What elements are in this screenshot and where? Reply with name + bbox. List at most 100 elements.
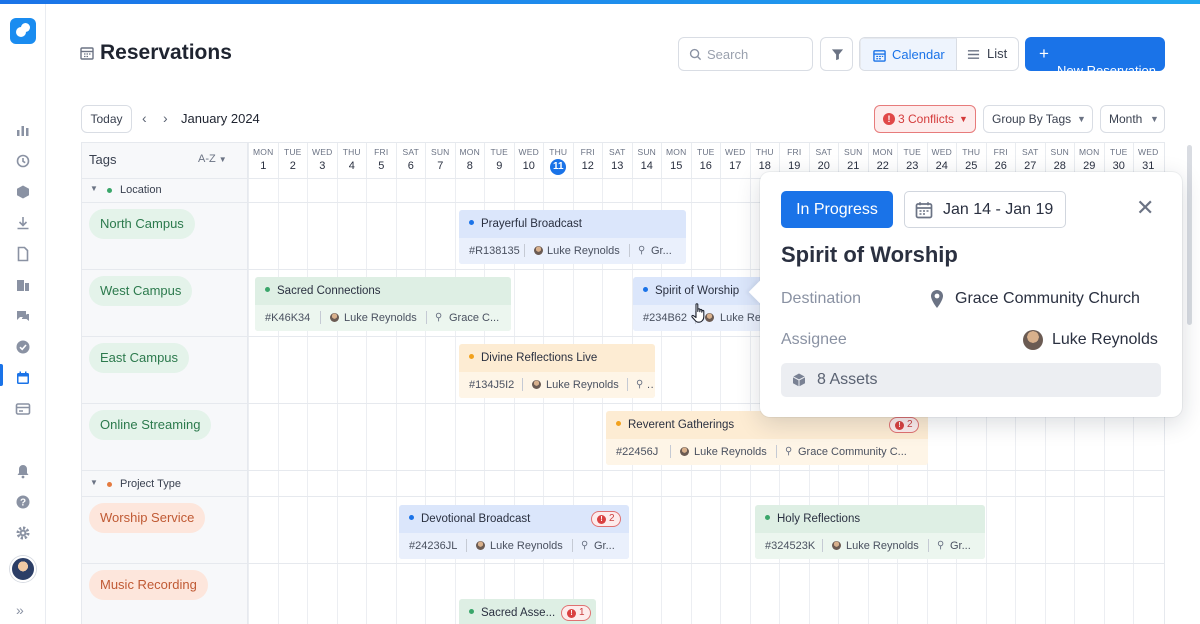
day-number: 27 xyxy=(1016,159,1045,173)
day-of-week: FRI xyxy=(374,147,389,157)
date-range-label: Jan 14 - Jan 19 xyxy=(943,201,1054,218)
day-header: TUE 2 xyxy=(277,143,308,178)
destination-label: Destination xyxy=(781,290,862,307)
reservation-card-holy-reflections[interactable]: Holy Reflections #324523K Luke Reynolds … xyxy=(755,505,985,559)
tag-north-campus[interactable]: North Campus xyxy=(89,209,195,239)
reservation-code: #K46K34 xyxy=(265,312,311,324)
expand-sidebar-icon[interactable]: » xyxy=(16,602,24,618)
location-pin-icon: ⚲ xyxy=(785,446,793,457)
tag-west-campus[interactable]: West Campus xyxy=(89,276,193,306)
date-range-chip[interactable]: Jan 14 - Jan 19 xyxy=(904,191,1066,228)
day-of-week: WED xyxy=(931,147,952,157)
grid-column-line xyxy=(248,178,249,624)
box-icon[interactable] xyxy=(15,184,31,200)
reservation-card-prayerful-broadcast[interactable]: Prayerful Broadcast #R138135 Luke Reynol… xyxy=(459,210,686,264)
reservation-card-divine-reflections-live[interactable]: Divine Reflections Live #134J5I2 Luke Re… xyxy=(459,344,655,398)
reservation-location: Grace Community C... xyxy=(798,446,907,458)
reservation-code: #134J5I2 xyxy=(469,379,515,391)
day-header: TUE 9 xyxy=(484,143,514,178)
conflict-badge[interactable]: ! 1 xyxy=(561,605,591,621)
view-toggle: Calendar List xyxy=(859,37,1019,71)
range-dropdown[interactable]: Month ▼ xyxy=(1100,105,1165,133)
day-header: MON 15 xyxy=(661,143,691,178)
card-icon[interactable] xyxy=(15,401,31,417)
location-pin-icon: ⚲ xyxy=(435,312,443,323)
day-of-week: SAT xyxy=(1021,147,1039,157)
group-by-dropdown[interactable]: Group By Tags ▼ xyxy=(983,105,1093,133)
day-number-text: 16 xyxy=(699,160,712,172)
prev-month-chevron-icon[interactable]: ‹ xyxy=(142,110,147,126)
top-accent-bar xyxy=(0,0,1200,4)
reservation-card-devotional-broadcast[interactable]: Devotional Broadcast ! 2 #24236JL Luke Re… xyxy=(399,505,629,559)
history-icon[interactable] xyxy=(15,153,31,169)
day-header: MON 8 xyxy=(454,143,485,178)
help-icon[interactable]: ? xyxy=(15,494,31,510)
group-row-location[interactable]: ▼ Location xyxy=(82,178,248,202)
settings-gear-icon[interactable] xyxy=(15,525,31,541)
search-box[interactable] xyxy=(678,37,813,71)
alert-icon: ! xyxy=(883,113,895,125)
conflict-count: 2 xyxy=(907,419,913,430)
conflict-badge[interactable]: ! 2 xyxy=(889,417,919,433)
day-number-text: 3 xyxy=(319,160,326,172)
status-badge[interactable]: In Progress xyxy=(781,191,893,228)
today-button[interactable]: Today xyxy=(81,105,132,133)
range-label: Month xyxy=(1109,112,1143,126)
day-of-week: TUE xyxy=(283,147,302,157)
day-number-text: 4 xyxy=(348,160,355,172)
tag-music-recording[interactable]: Music Recording xyxy=(89,570,208,600)
reservation-card-reverent-gatherings[interactable]: Reverent Gatherings ! 2 #22456J Luke Reyn… xyxy=(606,411,928,465)
assets-summary[interactable]: 8 Assets xyxy=(781,363,1161,397)
grid-column-line xyxy=(690,178,692,624)
analytics-icon[interactable] xyxy=(15,122,31,138)
status-dot xyxy=(409,515,414,520)
grid-column-line xyxy=(277,178,279,624)
building-icon[interactable] xyxy=(15,277,31,293)
reservation-card-sacred-assets[interactable]: Sacred Asse... ! 1 xyxy=(459,599,596,624)
new-reservation-button[interactable]: + New Reservation xyxy=(1025,37,1165,78)
grid-column-line xyxy=(307,178,308,624)
list-view-button[interactable]: List xyxy=(957,38,1018,70)
group-row-project-type[interactable]: ▼ Project Type xyxy=(82,472,248,496)
document-icon[interactable] xyxy=(15,246,31,262)
day-number-text: 21 xyxy=(847,160,860,172)
day-header: SUN 14 xyxy=(631,143,662,178)
app-logo[interactable] xyxy=(10,18,36,44)
download-icon[interactable] xyxy=(15,215,31,231)
day-number: 2 xyxy=(279,159,308,173)
sort-dropdown[interactable]: A-Z ▼ xyxy=(198,153,227,165)
grid-column-line xyxy=(366,178,367,624)
tag-online-streaming[interactable]: Online Streaming xyxy=(89,410,212,440)
bell-icon[interactable] xyxy=(15,463,31,479)
check-circle-icon[interactable] xyxy=(15,339,31,355)
reservation-location: ... xyxy=(647,379,655,391)
day-header: WED 3 xyxy=(307,143,337,178)
tag-worship-service[interactable]: Worship Service xyxy=(89,503,206,533)
user-avatar[interactable] xyxy=(10,556,36,582)
day-number: 5 xyxy=(367,159,396,173)
filter-button[interactable] xyxy=(820,37,853,71)
conflict-badge[interactable]: ! 2 xyxy=(591,511,621,527)
day-number: 25 xyxy=(957,159,986,173)
avatar xyxy=(680,447,689,456)
close-icon[interactable]: ✕ xyxy=(1136,197,1154,219)
day-header: WED 10 xyxy=(513,143,544,178)
conflicts-dropdown[interactable]: ! 3 Conflicts ▼ xyxy=(874,105,976,133)
tag-east-campus[interactable]: East Campus xyxy=(89,343,190,373)
calendar-view-button[interactable]: Calendar xyxy=(860,38,957,70)
search-input[interactable] xyxy=(707,45,807,63)
reservation-code: #24236JL xyxy=(409,540,458,552)
day-number-text: 18 xyxy=(758,160,771,172)
location-pin-icon: ⚲ xyxy=(638,245,646,256)
day-of-week: WED xyxy=(725,147,746,157)
next-month-chevron-icon[interactable]: › xyxy=(163,110,168,126)
svg-text:?: ? xyxy=(20,498,26,509)
day-of-week: TUE xyxy=(903,147,922,157)
hand-cursor-icon xyxy=(691,303,705,323)
calendar-icon[interactable] xyxy=(15,370,31,386)
vertical-scrollbar[interactable] xyxy=(1187,145,1192,325)
chat-icon[interactable] xyxy=(15,308,31,324)
reservation-card-sacred-connections[interactable]: Sacred Connections #K46K34 Luke Reynolds… xyxy=(255,277,511,331)
avatar xyxy=(534,246,543,255)
calendar-view-icon xyxy=(873,50,886,62)
